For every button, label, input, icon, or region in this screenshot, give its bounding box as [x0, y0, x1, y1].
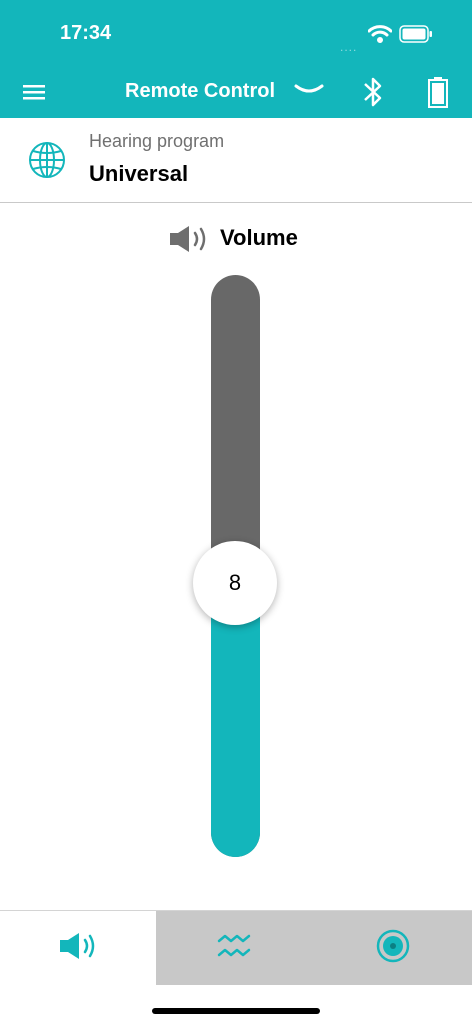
target-icon — [375, 928, 411, 969]
hearing-program-selector[interactable]: Hearing program Universal — [0, 118, 472, 203]
globe-icon — [27, 140, 67, 185]
status-battery-icon — [399, 25, 433, 48]
app-bar: Remote Control — [0, 70, 472, 118]
volume-slider-thumb[interactable]: 8 — [193, 541, 277, 625]
volume-header: Volume — [0, 220, 472, 256]
speaker-icon — [168, 223, 210, 260]
waves-icon — [215, 931, 255, 966]
status-time: 17:34 — [60, 22, 112, 44]
signal-dots: .... — [340, 40, 358, 54]
tab-bar — [0, 910, 472, 985]
tab-sound-waves[interactable] — [156, 911, 314, 985]
home-indicator — [152, 1008, 320, 1014]
program-value: Universal — [89, 161, 189, 186]
volume-title: Volume — [220, 225, 298, 250]
tab-focus[interactable] — [314, 911, 472, 985]
bluetooth-icon[interactable] — [360, 75, 386, 114]
menu-icon[interactable] — [22, 80, 46, 109]
wifi-icon — [367, 24, 393, 49]
app-title[interactable]: Remote Control — [125, 80, 275, 103]
tab-volume[interactable] — [0, 911, 156, 985]
speaker-icon — [58, 930, 98, 967]
chevron-down-icon[interactable] — [294, 82, 324, 103]
status-bar: 17:34 .... — [0, 0, 472, 70]
program-label: Hearing program — [89, 131, 225, 151]
battery-icon[interactable] — [427, 76, 449, 113]
